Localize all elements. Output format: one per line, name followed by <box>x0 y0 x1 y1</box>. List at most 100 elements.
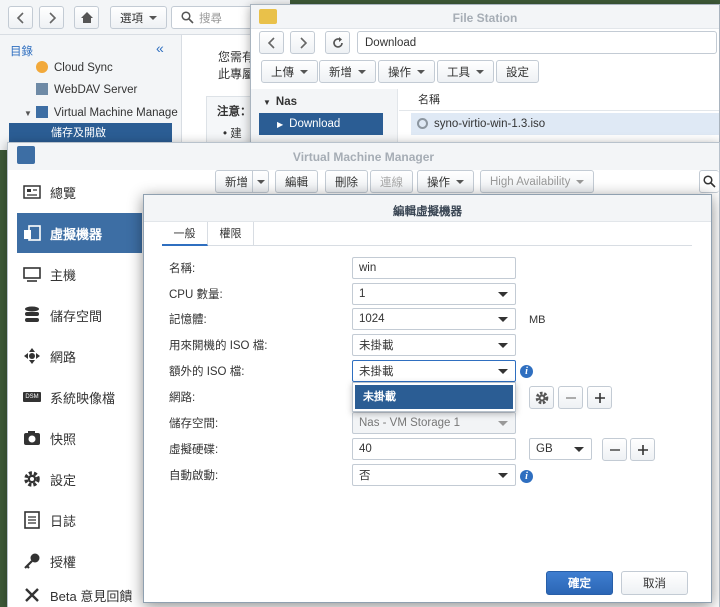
home-button[interactable] <box>74 6 99 29</box>
plus-icon <box>594 392 605 403</box>
options-label: 選項 <box>120 12 143 25</box>
tree-item-cloud-sync[interactable]: Cloud Sync <box>36 61 113 74</box>
back-button[interactable] <box>8 6 33 29</box>
fs-tree: ▼ Nas ▶ Download <box>251 89 398 145</box>
fs-refresh-button[interactable] <box>325 31 350 54</box>
tree-item-vmm[interactable]: ▼ Virtual Machine Manage <box>24 106 178 119</box>
vmm-sidebar: 總覽 虛擬機器 主機 儲存空間 網路 DSM 系統映像檔 快照 設定 日誌 授權 … <box>8 170 143 607</box>
fs-col-name[interactable]: 名稱 <box>399 89 719 111</box>
nav-license[interactable]: 授權 <box>17 541 142 581</box>
label-storage: 儲存空間: <box>169 418 219 430</box>
disk-remove-button[interactable] <box>602 438 627 461</box>
vmm-ha-button[interactable]: High Availability <box>480 170 595 193</box>
forward-button[interactable] <box>39 6 64 29</box>
minus-icon <box>565 396 576 399</box>
vmm-search-button[interactable] <box>699 170 719 193</box>
disk-size-input[interactable]: 40 <box>352 438 516 460</box>
dialog-title: 編輯虛擬機器 <box>393 206 462 218</box>
vmm-title: Virtual Machine Manager <box>292 150 435 164</box>
virtual-machine-icon <box>23 224 41 242</box>
fs-tools-button[interactable]: 工具 <box>437 60 494 83</box>
label-extra-iso: 額外的 ISO 檔: <box>169 366 245 378</box>
fs-upload-button[interactable]: 上傳 <box>261 60 318 83</box>
nav-beta-feedback[interactable]: Beta 意見回饋 <box>17 582 142 607</box>
tab-general[interactable]: 一般 <box>162 222 208 246</box>
ok-button[interactable]: 確定 <box>546 571 613 595</box>
nav-settings[interactable]: 設定 <box>17 459 142 499</box>
chevron-down-icon <box>498 421 508 426</box>
refresh-icon <box>332 36 343 48</box>
options-button[interactable]: 選項 <box>110 6 167 29</box>
network-settings-button[interactable] <box>529 386 554 409</box>
fs-tree-download[interactable]: ▶ Download <box>259 113 383 135</box>
sidebar-title: 目錄 <box>10 46 33 58</box>
chevron-left-icon <box>267 36 275 49</box>
vmm-edit-button[interactable]: 編輯 <box>275 170 318 193</box>
label-disk: 虛擬硬碟: <box>169 444 219 456</box>
disk-add-button[interactable] <box>630 438 655 461</box>
search-placeholder: 搜尋 <box>199 12 222 25</box>
fs-back-button[interactable] <box>259 31 284 54</box>
storage-select[interactable]: Nas - VM Storage 1 <box>352 412 516 434</box>
vmm-action-button[interactable]: 操作 <box>417 170 474 193</box>
nav-storage[interactable]: 儲存空間 <box>17 295 142 335</box>
autostart-info-icon[interactable]: i <box>520 470 533 483</box>
fs-settings-button[interactable]: 設定 <box>496 60 539 83</box>
file-station-title: File Station <box>452 11 518 25</box>
fs-new-button[interactable]: 新增 <box>319 60 376 83</box>
name-input[interactable]: win <box>352 257 516 279</box>
memory-select[interactable]: 1024 <box>352 308 516 330</box>
storage-icon <box>23 306 41 324</box>
fs-action-button[interactable]: 操作 <box>378 60 435 83</box>
extra-iso-info-icon[interactable]: i <box>520 365 533 378</box>
file-station-titlebar: File Station <box>251 5 719 29</box>
gear-icon <box>23 470 41 488</box>
vmm-icon <box>35 106 48 118</box>
autostart-select[interactable]: 否 <box>352 464 516 486</box>
nav-image[interactable]: DSM 系統映像檔 <box>17 377 142 417</box>
host-icon <box>23 265 41 283</box>
control-panel-sidebar: 目錄 « Cloud Sync WebDAV Server ▼ Virtual M… <box>0 35 182 150</box>
network-add-button[interactable] <box>587 386 612 409</box>
gear-icon <box>535 391 548 404</box>
fs-path-input[interactable]: Download <box>357 31 717 54</box>
nav-log[interactable]: 日誌 <box>17 500 142 540</box>
tree-item-storage[interactable]: 儲存及開啟 <box>9 123 172 143</box>
fs-tree-root[interactable]: ▼ Nas <box>263 96 297 108</box>
vmm-connect-button[interactable]: 連線 <box>370 170 413 193</box>
minus-icon <box>609 448 620 451</box>
extra-iso-dropdown: 未掛載 <box>352 382 516 412</box>
tree-item-webdav[interactable]: WebDAV Server <box>36 83 137 96</box>
collapse-icon[interactable]: « <box>156 40 164 56</box>
nav-virtual-machine[interactable]: 虛擬機器 <box>17 213 142 253</box>
nav-snapshot[interactable]: 快照 <box>17 418 142 458</box>
nav-host[interactable]: 主機 <box>17 254 142 294</box>
network-icon <box>23 347 41 365</box>
chevron-down-icon <box>498 369 508 374</box>
network-remove-button[interactable] <box>558 386 583 409</box>
disk-unit-select[interactable]: GB <box>529 438 592 460</box>
tab-permission[interactable]: 權限 <box>208 222 254 246</box>
cloud-sync-icon <box>36 61 48 73</box>
cpu-select[interactable]: 1 <box>352 283 516 305</box>
boot-iso-select[interactable]: 未掛載 <box>352 334 516 356</box>
snapshot-icon <box>23 429 41 447</box>
label-memory: 記憶體: <box>169 314 207 326</box>
nav-network[interactable]: 網路 <box>17 336 142 376</box>
extra-iso-select[interactable]: 未掛載 <box>352 360 516 382</box>
fs-file-row[interactable]: syno-virtio-win-1.3.iso <box>411 113 719 135</box>
vmm-delete-button[interactable]: 刪除 <box>325 170 368 193</box>
label-boot-iso: 用來開機的 ISO 檔: <box>169 340 268 352</box>
dropdown-option-unmounted[interactable]: 未掛載 <box>355 385 513 409</box>
overview-icon <box>23 183 41 201</box>
fs-forward-button[interactable] <box>290 31 315 54</box>
vmm-new-dropdown[interactable] <box>252 170 269 193</box>
control-panel-toolbar: 選項 搜尋 <box>0 0 290 35</box>
key-icon <box>23 552 41 570</box>
search-icon <box>703 175 716 188</box>
nav-overview[interactable]: 總覽 <box>17 172 142 212</box>
control-panel-content: 您需有 此專屬 <box>218 50 255 81</box>
cancel-button[interactable]: 取消 <box>621 571 688 595</box>
log-icon <box>23 511 41 529</box>
chevron-right-icon <box>299 36 307 49</box>
